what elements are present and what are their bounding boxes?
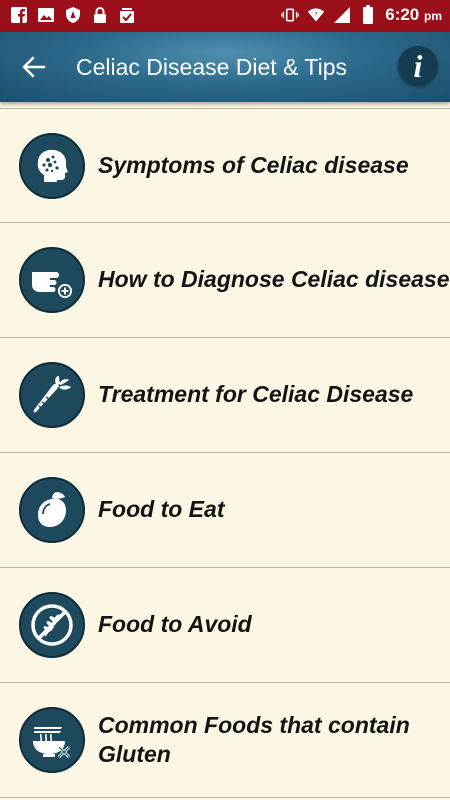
shield-icon [64,6,82,24]
list-item-food-to-eat[interactable]: Food to Eat [0,453,450,568]
battery-icon [359,5,377,24]
status-system: ? 6:20 pm [281,5,442,25]
gallery-check-icon [118,6,136,24]
lock-icon [91,6,109,24]
back-arrow-icon[interactable] [18,52,50,82]
list-item-diagnose[interactable]: How to Diagnose Celiac disease [0,223,450,338]
list-item-label: Food to Eat [98,496,225,523]
page-title: Celiac Disease Diet & Tips [76,54,347,80]
topic-list: Symptoms of Celiac disease How to Diagno… [0,108,450,798]
wifi-icon: ? [307,6,325,24]
list-item-treatment[interactable]: Treatment for Celiac Disease [0,338,450,453]
no-wheat-icon [19,592,85,658]
signal-icon [333,6,351,24]
info-button[interactable]: i [398,46,438,86]
fruit-icon [19,477,85,543]
list-item-label: How to Diagnose Celiac disease [98,266,450,293]
vibrate-icon [281,6,300,24]
list-item-label: Food to Avoid [98,611,252,638]
facebook-icon [10,6,28,24]
list-item-food-to-avoid[interactable]: Food to Avoid [0,568,450,683]
status-bar: ? 6:20 pm [0,0,450,32]
list-item-symptoms[interactable]: Symptoms of Celiac disease [0,108,450,223]
svg-text:?: ? [315,13,318,19]
image-icon [37,6,55,24]
diagnose-hand-icon [19,247,85,313]
status-notifications [10,6,136,24]
list-item-label: Symptoms of Celiac disease [98,152,409,179]
app-bar: Celiac Disease Diet & Tips i [0,32,450,102]
list-item-gluten-foods[interactable]: Common Foods that contain Gluten [0,683,450,798]
head-symptoms-icon [19,133,85,199]
list-item-label: Common Foods that contain Gluten [98,711,410,767]
noodle-bowl-icon [19,707,85,773]
list-item-label: Treatment for Celiac Disease [98,381,414,408]
status-time: 6:20 pm [385,5,442,24]
info-icon: i [413,48,423,84]
carrot-icon [19,362,85,428]
